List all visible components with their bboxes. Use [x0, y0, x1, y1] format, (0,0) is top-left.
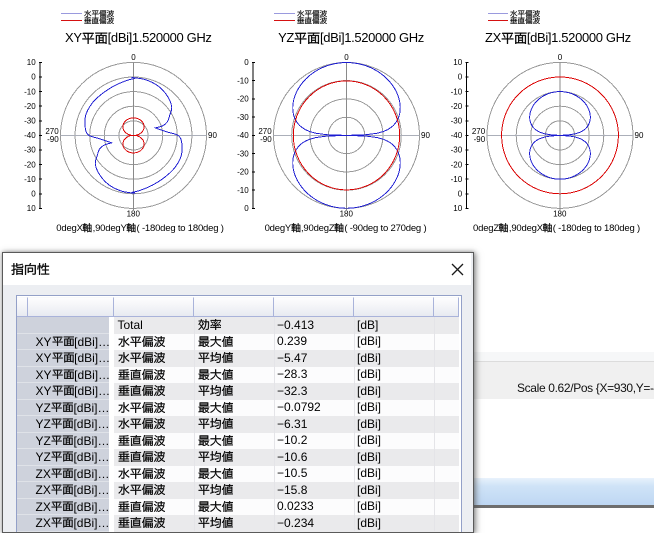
svg-text:0: 0 — [244, 58, 249, 67]
svg-text:180: 180 — [340, 210, 354, 219]
svg-text:-20: -20 — [451, 160, 463, 169]
svg-text:90: 90 — [635, 131, 644, 140]
svg-text:0: 0 — [31, 73, 36, 82]
svg-text:0: 0 — [344, 53, 349, 62]
svg-text:-30: -30 — [451, 117, 463, 126]
svg-text:90: 90 — [208, 131, 217, 140]
svg-text:-10: -10 — [237, 186, 249, 195]
svg-text:10: 10 — [453, 58, 462, 67]
svg-text:-10: -10 — [451, 175, 463, 184]
svg-text:90: 90 — [421, 131, 430, 140]
svg-text:0: 0 — [131, 53, 136, 62]
svg-text:10: 10 — [453, 204, 462, 213]
svg-text:-10: -10 — [24, 175, 36, 184]
svg-text:-40: -40 — [237, 131, 249, 140]
svg-text:-40: -40 — [24, 131, 36, 140]
svg-text:-30: -30 — [24, 117, 36, 126]
svg-text:-20: -20 — [24, 160, 36, 169]
svg-text:-20: -20 — [451, 102, 463, 111]
svg-text:-40: -40 — [451, 131, 463, 140]
svg-text:-30: -30 — [237, 113, 249, 122]
svg-text:-10: -10 — [451, 87, 463, 96]
svg-text:-90: -90 — [47, 135, 59, 144]
svg-text:10: 10 — [27, 58, 36, 67]
svg-text:-10: -10 — [237, 76, 249, 85]
svg-text:-30: -30 — [237, 149, 249, 158]
svg-text:-10: -10 — [24, 87, 36, 96]
svg-text:-20: -20 — [237, 95, 249, 104]
svg-text:-90: -90 — [474, 135, 486, 144]
svg-text:10: 10 — [27, 204, 36, 213]
svg-text:-30: -30 — [451, 146, 463, 155]
svg-text:0: 0 — [458, 73, 463, 82]
svg-text:0: 0 — [558, 53, 563, 62]
svg-text:-20: -20 — [237, 168, 249, 177]
svg-text:-20: -20 — [24, 102, 36, 111]
svg-text:180: 180 — [127, 210, 141, 219]
svg-text:0: 0 — [244, 204, 249, 213]
svg-text:0: 0 — [458, 190, 463, 199]
svg-text:0: 0 — [31, 190, 36, 199]
svg-text:180: 180 — [553, 210, 567, 219]
svg-text:-30: -30 — [24, 146, 36, 155]
svg-text:-90: -90 — [260, 135, 272, 144]
